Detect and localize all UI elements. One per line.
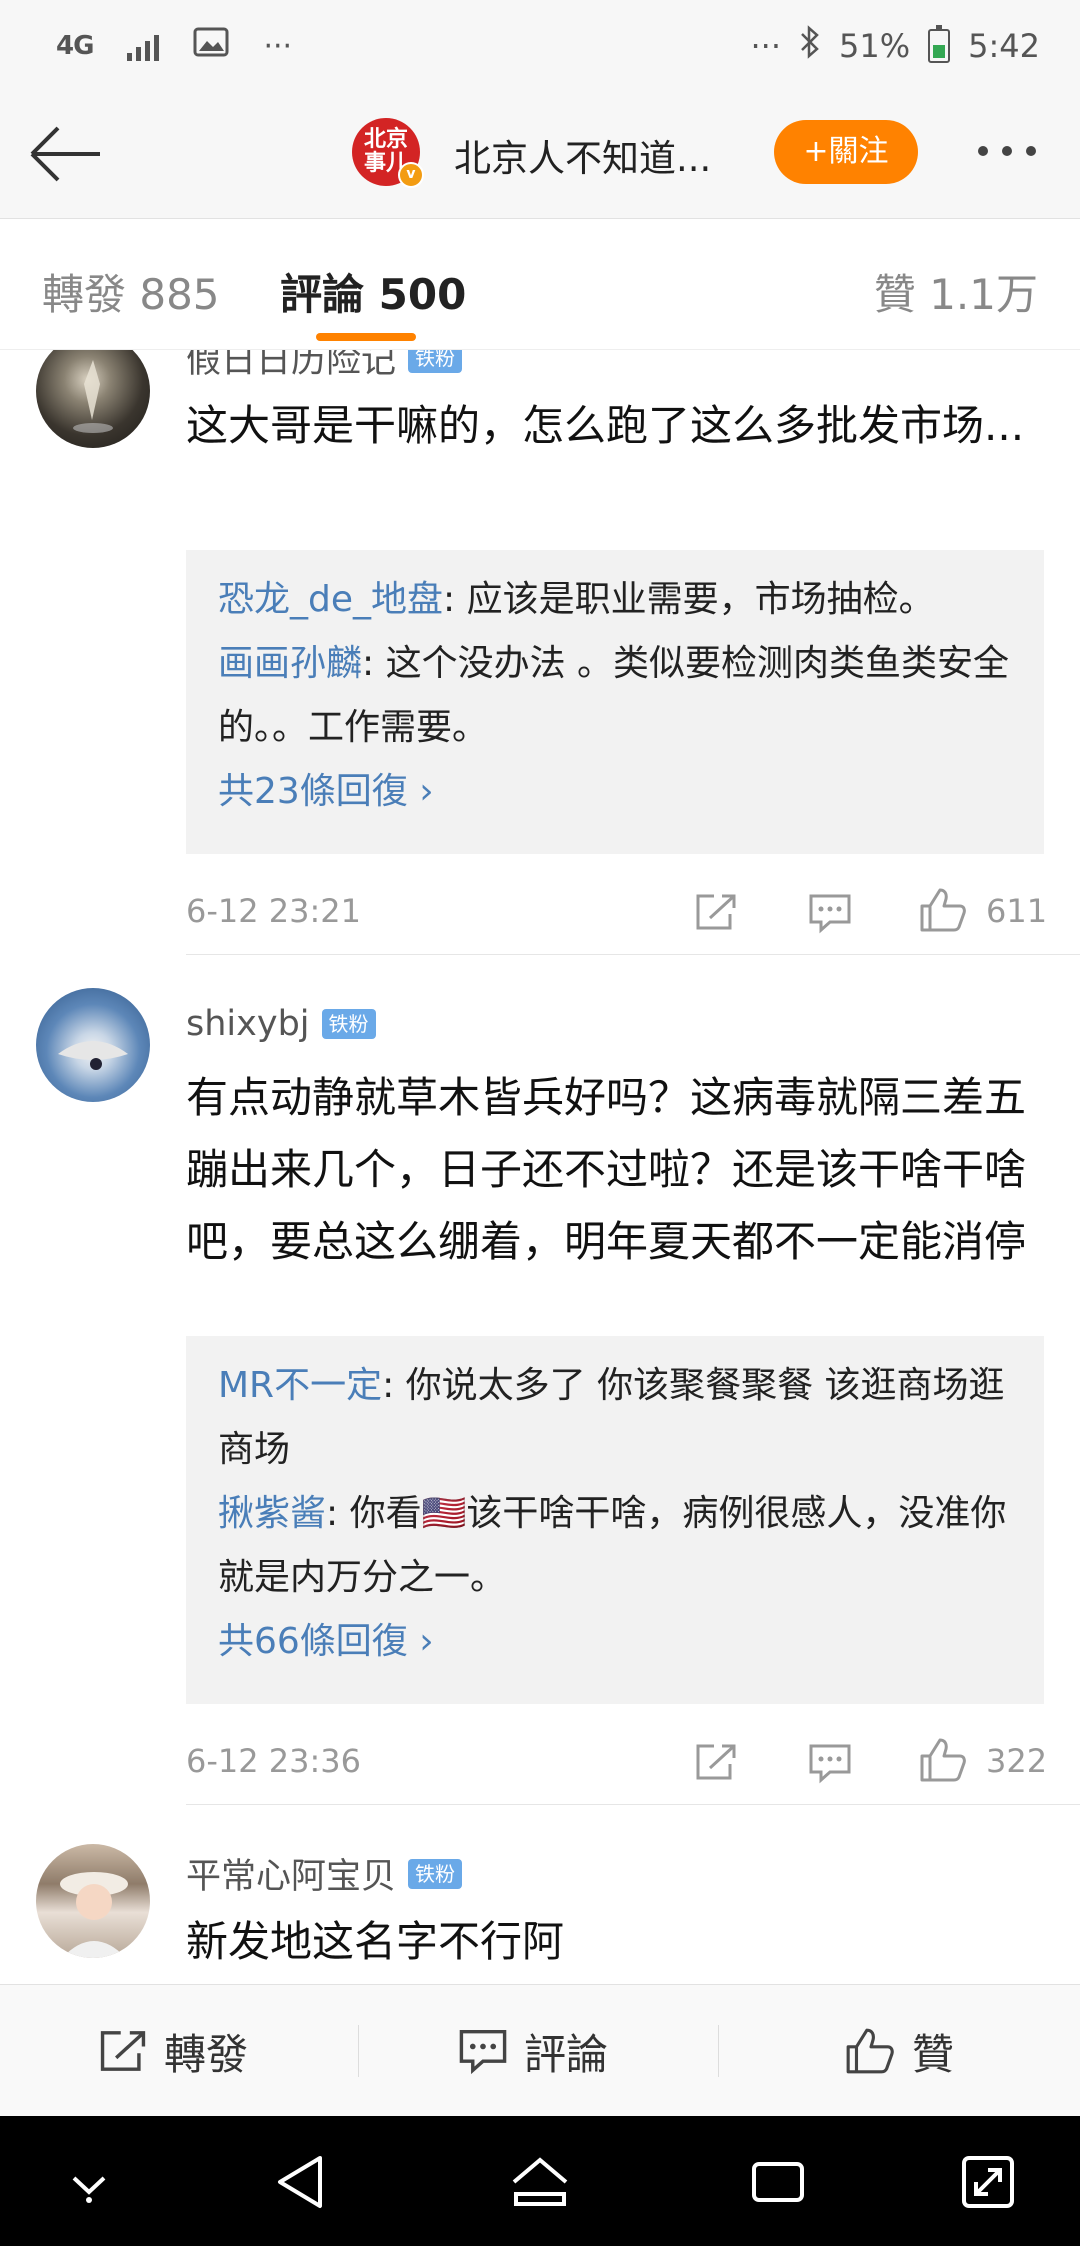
share-icon[interactable] xyxy=(694,892,738,936)
view-all-replies-link[interactable]: 共66條回復 › xyxy=(218,1610,1012,1674)
reply-preview[interactable]: 恐龙_de_地盘: 应该是职业需要，市场抽检。 画画孙麟: 这个没办法 。类似要… xyxy=(186,550,1044,854)
repost-button[interactable]: 轉發 xyxy=(98,1985,248,2117)
comment-icon[interactable] xyxy=(808,1742,852,1788)
comment-time: 6-12 23:21 xyxy=(186,892,362,930)
like-icon[interactable] xyxy=(918,886,968,938)
status-bar: 4G ··· ··· 51% 5:42 xyxy=(0,0,1080,90)
comment-text[interactable]: 新发地这名字不行阿 xyxy=(186,1906,1046,1978)
like-button[interactable]: 贊 xyxy=(844,1985,954,2117)
signal-icon xyxy=(127,31,160,61)
divider xyxy=(186,1804,1080,1805)
more-menu-button[interactable] xyxy=(978,136,1048,166)
reply-author[interactable]: 恐龙_de_地盘 xyxy=(218,579,443,620)
username-text: 假日日历险记 xyxy=(186,350,397,381)
comment-text[interactable]: 这大哥是干嘛的，怎么跑了这么多批发市场... xyxy=(186,390,1046,462)
like-icon xyxy=(846,2028,894,2074)
battery-icon xyxy=(928,25,951,63)
comment-label: 評論 xyxy=(524,2029,609,2079)
nav-back-icon[interactable] xyxy=(274,2154,326,2214)
clock: 5:42 xyxy=(968,27,1040,65)
nav-recent-icon[interactable] xyxy=(750,2154,806,2214)
more-status: ··· xyxy=(750,27,782,65)
comment-meta: 6-12 23:21 611 xyxy=(186,882,1048,942)
repost-label: 轉發 xyxy=(164,2029,249,2079)
like-count: 611 xyxy=(986,892,1048,930)
nav-down-icon[interactable] xyxy=(64,2166,114,2210)
tab-comments[interactable]: 評論 500 xyxy=(280,261,466,322)
fan-badge: 铁粉 xyxy=(408,350,463,373)
divider xyxy=(186,954,1080,955)
fan-badge: 铁粉 xyxy=(408,1858,463,1889)
more-notifications: ··· xyxy=(263,28,293,64)
nav-expand-icon[interactable] xyxy=(960,2154,1016,2214)
comment-icon[interactable] xyxy=(808,892,852,938)
like-count: 322 xyxy=(986,1742,1048,1780)
tab-reposts[interactable]: 轉發 885 xyxy=(42,261,220,322)
avatar[interactable] xyxy=(36,350,150,448)
reply-item: MR不一定: 你说太多了 你该聚餐聚餐 该逛商场逛商场 xyxy=(218,1365,1005,1470)
account-title[interactable]: 北京人不知道... xyxy=(454,128,711,182)
comment-username[interactable]: 平常心阿宝贝 铁粉 xyxy=(186,1848,463,1899)
reply-author[interactable]: MR不一定 xyxy=(218,1365,382,1406)
system-navigation-bar xyxy=(0,2116,1080,2246)
avatar[interactable] xyxy=(36,1844,150,1958)
comment-username[interactable]: 假日日历险记 铁粉 xyxy=(186,350,463,383)
comment-icon xyxy=(459,2029,507,2075)
tab-bar: 轉發 885 評論 500 贊 1.1万 xyxy=(0,219,1080,350)
comment-text[interactable]: 有点动静就草木皆兵好吗？这病毒就隔三差五蹦出来几个，日子还不过啦？还是该干啥干啥… xyxy=(186,1062,1046,1278)
reply-author[interactable]: 揪紫酱 xyxy=(218,1493,326,1534)
action-bar: 轉發 評論 贊 xyxy=(0,1984,1080,2117)
active-tab-indicator xyxy=(316,333,416,341)
share-icon[interactable] xyxy=(694,1742,738,1786)
reply-item: 画画孙麟: 这个没办法 。类似要检测肉类鱼类安全的。。工作需要。 xyxy=(218,643,1010,748)
back-button[interactable] xyxy=(28,124,104,184)
verified-icon: v xyxy=(398,162,424,188)
reply-item: 揪紫酱: 你看🇺🇸该干啥干啥，病例很感人，没准你就是内万分之一。 xyxy=(218,1493,1007,1598)
reply-item: 恐龙_de_地盘: 应该是职业需要，市场抽检。 xyxy=(218,579,935,620)
battery-percent: 51% xyxy=(839,27,911,65)
like-icon[interactable] xyxy=(918,1736,968,1788)
more-dot-icon xyxy=(978,146,988,156)
avatar[interactable] xyxy=(36,988,150,1102)
account-avatar[interactable]: 北京事儿 v xyxy=(352,118,424,188)
reply-author[interactable]: 画画孙麟 xyxy=(218,643,362,684)
back-arrow-icon xyxy=(30,126,100,182)
comment-meta: 6-12 23:36 322 xyxy=(186,1732,1048,1792)
fan-badge: 铁粉 xyxy=(321,1009,376,1039)
comment-username[interactable]: shixybj 铁粉 xyxy=(186,1004,376,1044)
divider xyxy=(358,2025,359,2077)
view-all-replies-link[interactable]: 共23條回復 › xyxy=(218,760,1012,824)
username-text: shixybj xyxy=(186,1004,310,1044)
tab-likes[interactable]: 贊 1.1万 xyxy=(874,261,1038,322)
comment-button[interactable]: 評論 xyxy=(458,1985,608,2117)
comment-time: 6-12 23:36 xyxy=(186,1742,362,1780)
bluetooth-icon xyxy=(799,25,821,67)
nav-home-icon[interactable] xyxy=(508,2154,572,2214)
like-label: 贊 xyxy=(912,2029,955,2079)
divider xyxy=(718,2025,719,2077)
top-bar: 北京事儿 v 北京人不知道... +關注 xyxy=(0,90,1080,219)
follow-button[interactable]: +關注 xyxy=(774,120,918,184)
gallery-notification-icon xyxy=(193,27,229,65)
share-icon xyxy=(100,2031,146,2071)
username-text: 平常心阿宝贝 xyxy=(186,1857,397,1897)
network-indicator: 4G xyxy=(56,31,94,61)
reply-preview[interactable]: MR不一定: 你说太多了 你该聚餐聚餐 该逛商场逛商场 揪紫酱: 你看🇺🇸该干啥… xyxy=(186,1336,1044,1704)
comment-list[interactable]: 假日日历险记 铁粉 这大哥是干嘛的，怎么跑了这么多批发市场... 恐龙_de_地… xyxy=(0,350,1080,1984)
